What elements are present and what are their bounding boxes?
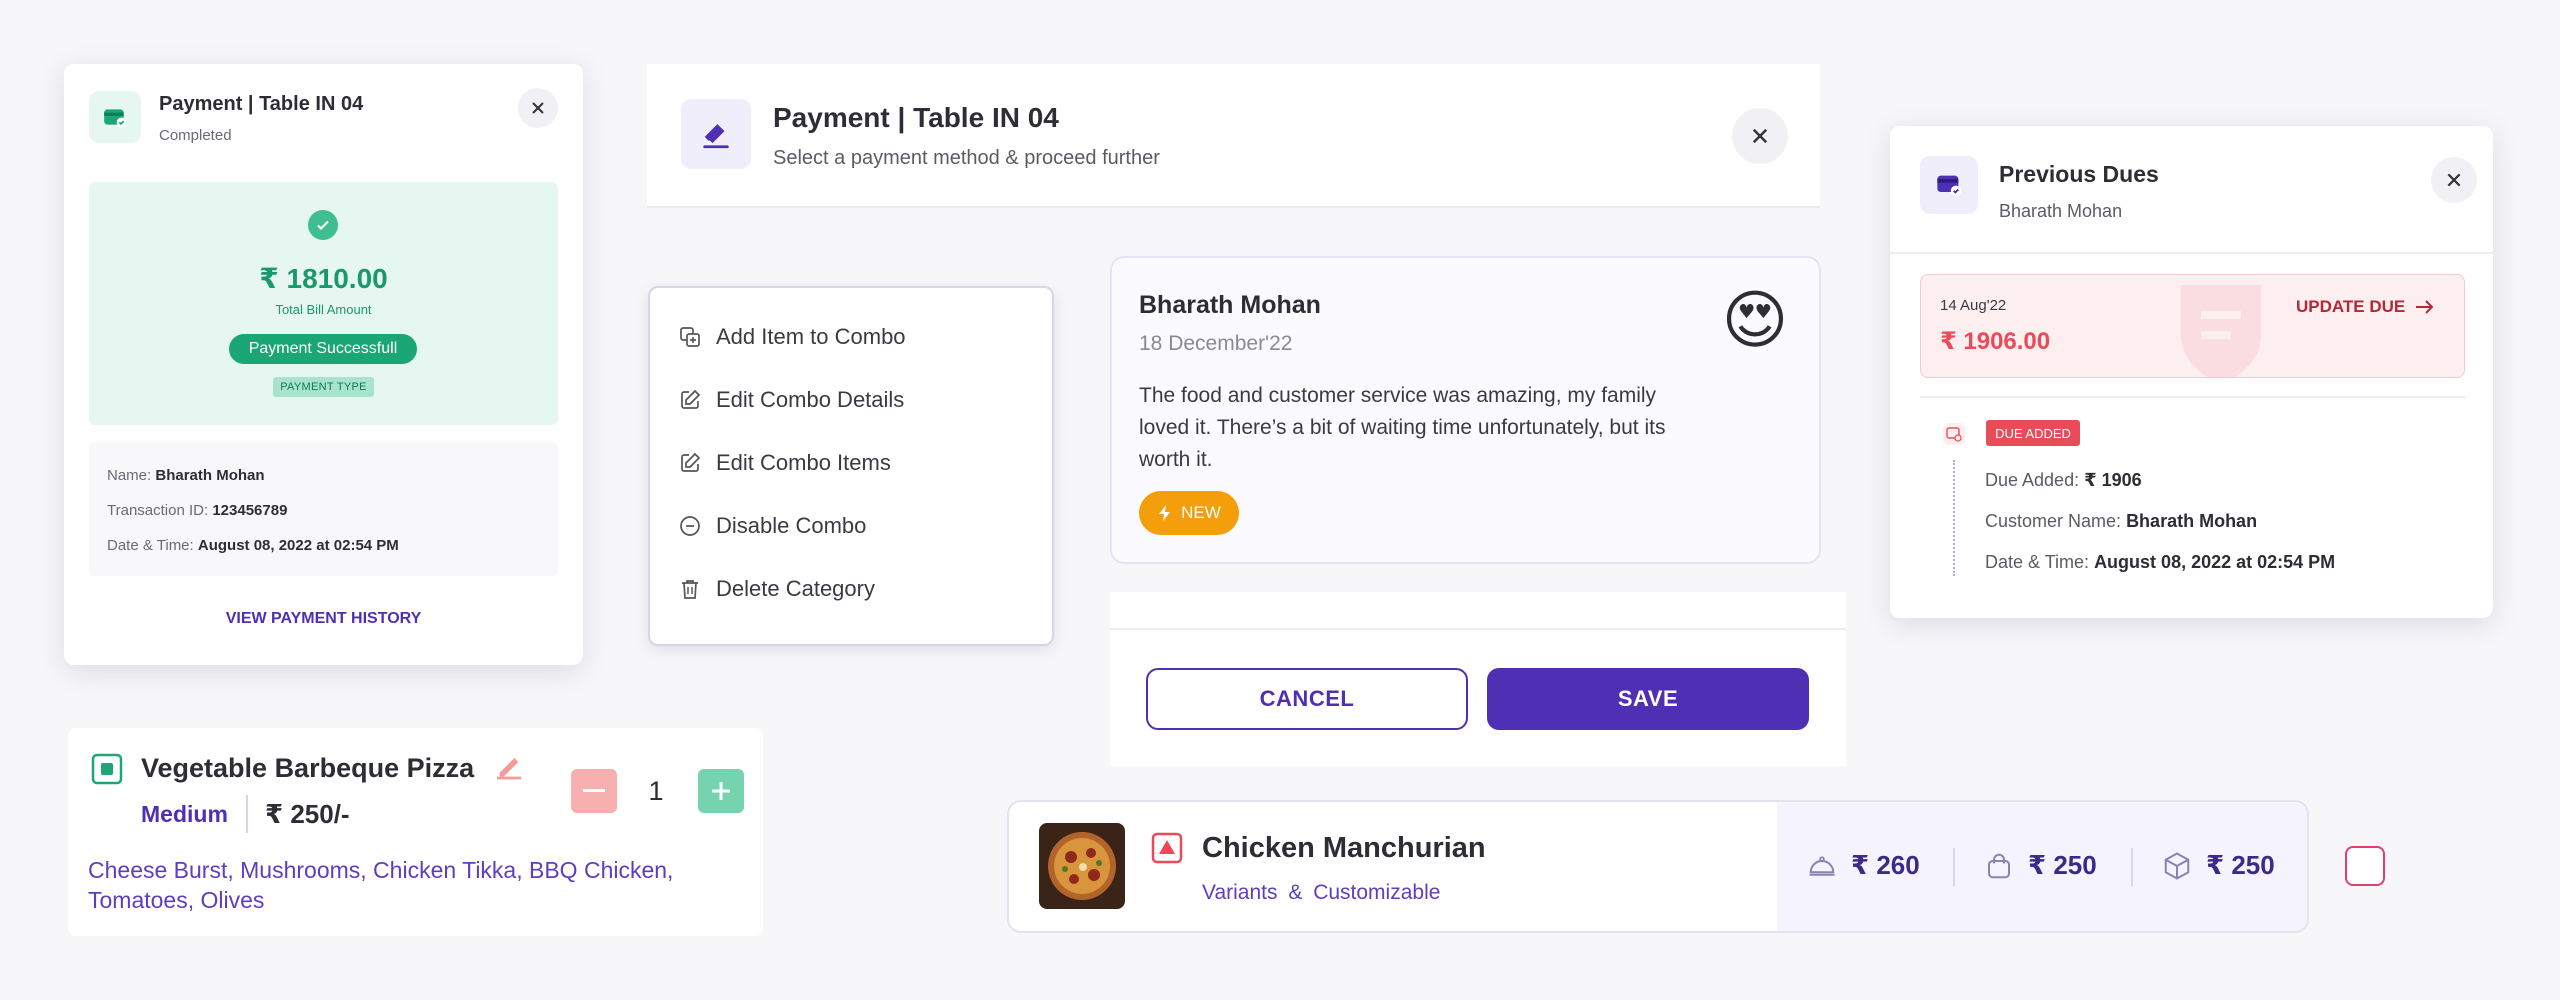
cloche-icon <box>1809 855 1835 876</box>
update-due-button[interactable]: UPDATE DUE <box>2296 297 2435 317</box>
decrement-button[interactable] <box>571 769 617 813</box>
item-options: Variants & Customizable <box>1202 881 1440 905</box>
save-button[interactable]: SAVE <box>1487 668 1809 730</box>
options-separator: & <box>1288 881 1303 904</box>
menu-item-edit-combo-details[interactable]: Edit Combo Details <box>678 387 904 413</box>
plus-icon <box>712 782 730 800</box>
payment-method-icon <box>681 99 751 169</box>
price-panel: ₹ 260 ₹ 250 ₹ 250 <box>1777 802 2307 931</box>
total-amount: ₹ 1810.00 <box>259 263 388 294</box>
heart-eyes-emoji: 😍 <box>1721 284 1789 358</box>
close-icon <box>1752 128 1768 144</box>
divider <box>1953 848 1955 886</box>
disable-icon <box>680 516 700 536</box>
item-toppings: Cheese Burst, Mushrooms, Chicken Tikka, … <box>88 857 674 913</box>
view-payment-history-link[interactable]: VIEW PAYMENT HISTORY <box>64 610 583 628</box>
payment-type-badge: PAYMENT TYPE <box>273 377 374 397</box>
trash-icon <box>682 580 698 599</box>
edit-icon <box>681 452 701 472</box>
cart-item-card: Vegetable Barbeque Pizza Medium ₹ 250/- … <box>68 728 763 936</box>
item-size: Medium <box>141 801 228 827</box>
divider <box>246 795 248 833</box>
timeline-line <box>1953 460 1955 576</box>
new-badge: NEW <box>1139 491 1239 535</box>
non-veg-indicator-icon <box>1151 832 1183 864</box>
due-date: 14 Aug'22 <box>1940 297 2007 314</box>
select-checkbox[interactable] <box>2345 846 2385 886</box>
previous-dues-card: Previous Dues Bharath Mohan 14 Aug'22 ₹ … <box>1890 126 2493 618</box>
transaction-info: Name: Bharath Mohan Transaction ID: 1234… <box>89 442 558 576</box>
close-button[interactable] <box>2431 157 2477 203</box>
delivery-price: ₹ 250 <box>2162 850 2275 881</box>
increment-button[interactable] <box>698 769 744 813</box>
shield-watermark-icon <box>2181 285 2261 377</box>
divider <box>1890 252 2493 254</box>
combo-context-menu: Add Item to Combo Edit Combo Details Edi… <box>648 286 1054 646</box>
customer-review-card: Bharath Mohan 18 December'22 The food an… <box>1110 256 1821 564</box>
arrow-right-icon <box>2416 300 2434 314</box>
bag-icon <box>1988 853 2010 878</box>
payment-method-header: Payment | Table IN 04 Select a payment m… <box>647 64 1820 208</box>
payment-success-panel: ₹ 1810.00 Total Bill Amount Payment Succ… <box>89 182 558 425</box>
dues-title: Previous Dues <box>1999 161 2159 187</box>
minus-icon <box>583 789 605 792</box>
customizable-link[interactable]: Customizable <box>1313 881 1440 904</box>
form-actions: CANCEL SAVE <box>1110 592 1846 766</box>
menu-item-delete-category[interactable]: Delete Category <box>678 576 875 602</box>
date-time-row: Date & Time: August 08, 2022 at 02:54 PM <box>107 537 399 554</box>
due-amount: ₹ 1906.00 <box>1940 328 2051 355</box>
review-text: The food and customer service was amazin… <box>1139 384 1666 471</box>
payment-header-title: Payment | Table IN 04 <box>773 102 1059 133</box>
customer-name-row: Name: Bharath Mohan <box>107 467 265 484</box>
due-added-row: Due Added: ₹ 1906 <box>1985 470 2142 490</box>
payment-header-subtitle: Select a payment method & proceed furthe… <box>773 147 1160 169</box>
menu-item-add-item-to-combo[interactable]: Add Item to Combo <box>678 324 906 350</box>
lightning-icon <box>1159 505 1171 521</box>
edit-icon <box>681 389 701 409</box>
pencil-icon[interactable] <box>493 750 525 782</box>
payment-status: Completed <box>159 127 232 144</box>
due-added-badge: DUE ADDED <box>1986 420 2080 446</box>
card-icon <box>1920 156 1978 214</box>
variants-link[interactable]: Variants <box>1202 881 1277 904</box>
total-amount-label: Total Bill Amount <box>275 302 372 317</box>
divider <box>1920 396 2465 398</box>
close-icon <box>2447 173 2461 187</box>
payment-success-badge: Payment Successfull <box>229 334 417 364</box>
divider <box>1110 628 1846 630</box>
veg-indicator-icon <box>91 753 123 785</box>
menu-item-card: Chicken Manchurian Variants & Customizab… <box>1007 800 2309 933</box>
takeaway-price: ₹ 250 <box>1984 850 2097 881</box>
package-icon <box>2164 851 2190 880</box>
check-circle-icon <box>308 210 338 240</box>
wallet-icon <box>89 91 141 143</box>
reviewer-name: Bharath Mohan <box>1139 291 1321 319</box>
customer-name-row: Customer Name: Bharath Mohan <box>1985 511 2258 531</box>
menu-item-edit-combo-items[interactable]: Edit Combo Items <box>678 450 891 476</box>
food-image <box>1039 823 1125 909</box>
dine-in-price: ₹ 260 <box>1807 850 1920 881</box>
date-time-row: Date & Time: August 08, 2022 at 02:54 PM <box>1985 552 2336 572</box>
dues-customer: Bharath Mohan <box>1999 201 2123 221</box>
close-icon <box>532 102 544 114</box>
payment-summary-card: Payment | Table IN 04 Completed ₹ 1810.0… <box>64 64 583 665</box>
cancel-button[interactable]: CANCEL <box>1146 668 1468 730</box>
due-summary: 14 Aug'22 ₹ 1906.00 UPDATE DUE <box>1920 274 2465 378</box>
add-combo-icon <box>680 327 700 347</box>
payment-card-title: Payment | Table IN 04 <box>159 93 364 115</box>
close-button[interactable] <box>1732 108 1788 164</box>
quantity-value: 1 <box>648 776 664 806</box>
transaction-id-row: Transaction ID: 123456789 <box>107 502 288 519</box>
menu-item-disable-combo[interactable]: Disable Combo <box>678 513 866 539</box>
divider <box>2131 848 2133 886</box>
receipt-icon <box>1943 423 1965 445</box>
review-date: 18 December'22 <box>1139 332 1293 355</box>
item-price: ₹ 250/- <box>265 799 350 829</box>
item-name: Vegetable Barbeque Pizza <box>141 753 475 783</box>
item-name: Chicken Manchurian <box>1202 832 1486 864</box>
close-button[interactable] <box>518 88 558 128</box>
